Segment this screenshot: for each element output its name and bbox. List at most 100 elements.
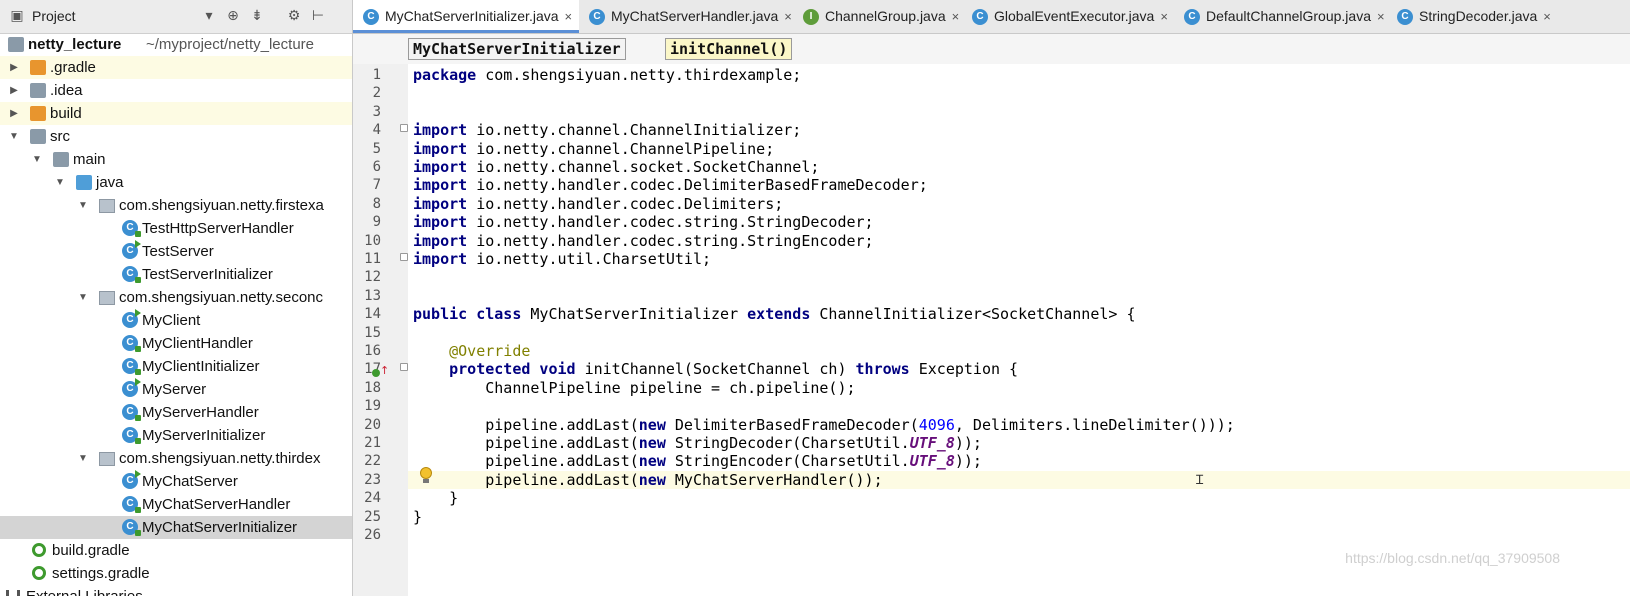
collapse-all-icon[interactable]: ⇟ bbox=[248, 7, 266, 25]
tree-item[interactable]: C MyChatServerInitializer bbox=[0, 516, 352, 539]
tree-item-label: MyChatServerHandler bbox=[142, 496, 291, 513]
collapsed-arrow-icon[interactable]: ▶ bbox=[8, 102, 20, 125]
line-number: 21 bbox=[364, 435, 381, 451]
lightbulb-icon[interactable] bbox=[419, 467, 433, 485]
code-line[interactable]: 9 import io.netty.handler.codec.string.St… bbox=[373, 213, 1630, 231]
tree-item[interactable]: ▼ src bbox=[0, 125, 352, 148]
chevron-down-icon[interactable]: ▾ bbox=[200, 7, 218, 25]
code-line[interactable]: 25} bbox=[364, 508, 1630, 526]
code-line[interactable]: 20 pipeline.addLast(new DelimiterBasedFr… bbox=[364, 416, 1630, 434]
tree-item[interactable]: ▼ main bbox=[0, 148, 352, 171]
tree-item[interactable]: ▶ .idea bbox=[0, 79, 352, 102]
class-icon: C bbox=[122, 519, 141, 536]
tree-item[interactable]: C MyClient bbox=[0, 309, 352, 332]
tree-item[interactable]: ▼ com.shengsiyuan.netty.thirdex bbox=[0, 447, 352, 470]
folder-icon-orange bbox=[30, 106, 46, 121]
tree-item[interactable]: C MyChatServerHandler bbox=[0, 493, 352, 516]
tree-item[interactable]: C TestServerInitializer bbox=[0, 263, 352, 286]
tree-item[interactable]: settings.gradle bbox=[0, 562, 352, 585]
tree-item[interactable]: C MyServerHandler bbox=[0, 401, 352, 424]
fold-marker-icon[interactable] bbox=[400, 253, 408, 261]
code-text: @Override bbox=[413, 342, 530, 360]
code-line[interactable]: 12 bbox=[364, 268, 1630, 286]
close-icon[interactable]: × bbox=[565, 9, 573, 24]
tree-item-label: netty_lecture bbox=[28, 36, 122, 53]
breadcrumb-method[interactable]: initChannel() bbox=[665, 38, 793, 60]
code-line[interactable]: 5 import io.netty.channel.ChannelPipeline… bbox=[373, 140, 1630, 158]
code-line[interactable]: 26 bbox=[364, 526, 1630, 544]
editor-tab[interactable]: C GlobalEventExecutor.java × bbox=[962, 0, 1174, 33]
tree-item[interactable]: ▼ com.shengsiyuan.netty.seconc bbox=[0, 286, 352, 309]
code-line[interactable]: 8 import io.netty.handler.codec.Delimiter… bbox=[373, 195, 1630, 213]
line-number: 5 bbox=[372, 140, 381, 157]
editor-tab[interactable]: C StringDecoder.java × bbox=[1387, 0, 1567, 33]
expanded-arrow-icon[interactable]: ▼ bbox=[77, 286, 89, 309]
tree-item[interactable]: C MyServer bbox=[0, 378, 352, 401]
breadcrumb-class[interactable]: MyChatServerInitializer bbox=[408, 38, 626, 60]
code-line[interactable]: 7 import io.netty.handler.codec.Delimiter… bbox=[373, 176, 1630, 194]
override-gutter-icon[interactable]: ↑ bbox=[372, 364, 389, 379]
code-line[interactable]: 4 import io.netty.channel.ChannelInitiali… bbox=[373, 121, 1630, 139]
code-line[interactable]: 14 public class MyChatServerInitializer e… bbox=[364, 305, 1630, 323]
code-line[interactable]: 13 bbox=[364, 287, 1630, 305]
code-line[interactable]: 18 ChannelPipeline pipeline = ch.pipelin… bbox=[364, 379, 1630, 397]
code-line[interactable]: 23 pipeline.addLast(new MyChatServerHand… bbox=[364, 470, 1630, 489]
expanded-arrow-icon[interactable]: ▼ bbox=[77, 447, 89, 470]
collapsed-arrow-icon[interactable]: ▶ bbox=[8, 79, 20, 102]
tree-item[interactable]: External Libraries bbox=[0, 585, 352, 596]
code-line[interactable]: 10 import io.netty.handler.codec.string.S… bbox=[364, 232, 1630, 250]
project-panel-title[interactable]: Project bbox=[32, 8, 76, 24]
tree-item[interactable]: C MyClientHandler bbox=[0, 332, 352, 355]
fold-marker-icon[interactable] bbox=[400, 363, 408, 372]
hide-panel-icon[interactable]: ⊢ bbox=[309, 7, 327, 25]
editor-tab[interactable]: C MyChatServerHandler.java × bbox=[579, 0, 793, 33]
tree-item[interactable]: C TestHttpServerHandler bbox=[0, 217, 352, 240]
code-line[interactable]: 19 bbox=[364, 397, 1630, 415]
code-line[interactable]: 3 bbox=[373, 103, 1630, 121]
tree-item[interactable]: C MyClientInitializer bbox=[0, 355, 352, 378]
tree-item[interactable]: C MyServerInitializer bbox=[0, 424, 352, 447]
editor-tab[interactable]: C DefaultChannelGroup.java × bbox=[1174, 0, 1387, 33]
code-line[interactable]: 1 package com.shengsiyuan.netty.thirdexam… bbox=[373, 66, 1630, 84]
close-icon[interactable]: × bbox=[1543, 9, 1551, 24]
tree-item[interactable]: ▼ com.shengsiyuan.netty.firstexa bbox=[0, 194, 352, 217]
code-token: initChannel(SocketChannel ch) bbox=[575, 360, 856, 379]
expanded-arrow-icon[interactable]: ▼ bbox=[8, 125, 20, 148]
code-line[interactable]: 22 pipeline.addLast(new StringEncoder(Ch… bbox=[364, 452, 1630, 470]
expanded-arrow-icon[interactable]: ▼ bbox=[31, 148, 43, 171]
close-icon[interactable]: × bbox=[784, 9, 792, 24]
close-icon[interactable]: × bbox=[1160, 9, 1168, 24]
tree-item[interactable]: netty_lecture ~/myproject/netty_lecture bbox=[0, 33, 352, 56]
code-line[interactable]: 6 import io.netty.channel.socket.SocketCh… bbox=[373, 158, 1630, 176]
code-line[interactable]: 24 } bbox=[364, 489, 1630, 507]
code-line[interactable]: 17 protected void initChannel(SocketChan… bbox=[364, 360, 1630, 379]
code-line[interactable]: 11 import io.netty.util.CharsetUtil; bbox=[364, 250, 1630, 268]
editor-tab[interactable]: I ChannelGroup.java × bbox=[793, 0, 962, 33]
project-tree: netty_lecture ~/myproject/netty_lecture ▶.… bbox=[0, 33, 352, 596]
code-line[interactable]: 2 bbox=[373, 84, 1630, 102]
tree-item[interactable]: ▼ java bbox=[0, 171, 352, 194]
tree-item[interactable]: C MyChatServer bbox=[0, 470, 352, 493]
editor-tab-label: DefaultChannelGroup.java bbox=[1206, 8, 1371, 24]
code-editor[interactable]: 1 package com.shengsiyuan.netty.thirdexam… bbox=[364, 64, 1630, 596]
tree-item[interactable]: ▶ .gradle bbox=[0, 56, 352, 79]
expanded-arrow-icon[interactable]: ▼ bbox=[77, 194, 89, 217]
tree-item-label: TestHttpServerHandler bbox=[142, 220, 294, 237]
gear-icon[interactable]: ⚙ bbox=[285, 7, 303, 25]
tree-item[interactable]: build.gradle bbox=[0, 539, 352, 562]
expanded-arrow-icon[interactable]: ▼ bbox=[54, 171, 66, 194]
close-icon[interactable]: × bbox=[952, 9, 960, 24]
code-line[interactable]: 15 bbox=[364, 324, 1630, 342]
code-line[interactable]: 16 @Override bbox=[364, 342, 1630, 360]
fold-marker-icon[interactable] bbox=[400, 124, 408, 133]
tree-item[interactable]: ▶ build bbox=[0, 102, 352, 125]
tree-item[interactable]: C TestServer bbox=[0, 240, 352, 263]
collapsed-arrow-icon[interactable]: ▶ bbox=[8, 56, 20, 79]
close-icon[interactable]: × bbox=[1377, 9, 1385, 24]
class-icon: C bbox=[589, 9, 605, 26]
editor-tab[interactable]: C MyChatServerInitializer.java × bbox=[353, 0, 579, 33]
target-icon[interactable]: ⊕ bbox=[224, 7, 242, 25]
code-line[interactable]: 21 pipeline.addLast(new StringDecoder(Ch… bbox=[364, 434, 1630, 452]
tree-item-label: build bbox=[50, 105, 82, 122]
code-token: MyChatServerHandler()); bbox=[665, 470, 883, 489]
